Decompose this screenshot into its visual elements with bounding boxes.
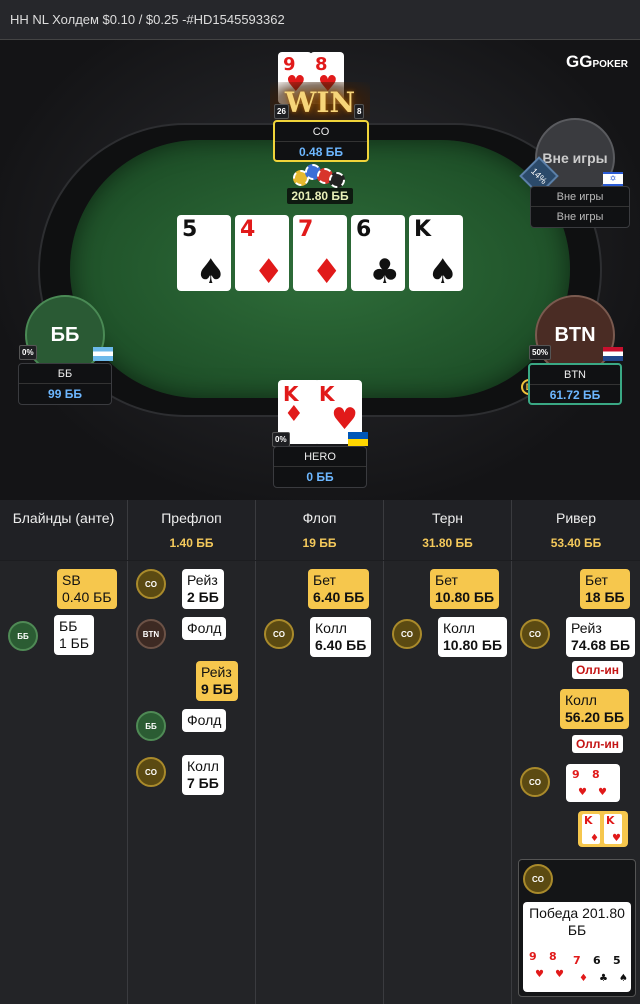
hero-nameplate: HERO 0 ББ [273,446,367,488]
co-chip: CO [264,619,294,649]
board-card-3: 7 ♦ [293,215,347,291]
co-raise-bubble: Рейз 2 ББ [182,569,224,609]
actions-preflop-column: CO Рейз 2 ББ BTN Фолд Рейз 9 ББ ББ Фолд CO… [128,561,256,1004]
bb-chip: ББ [136,711,166,741]
hero-equity-badge: 0% [272,432,290,447]
hero-showdown-cards: K ♦ K ♥ [578,811,628,847]
israel-flag-icon: ✡ [603,172,623,186]
hero-bet-bubble: Бет 6.40 ББ [308,569,370,609]
co-chip: CO [520,619,550,649]
hero-call-bubble: Колл 56.20 ББ [560,689,630,729]
actions-blinds-column: SB 0.40 ББ ББ ББ 1 ББ [0,561,128,1004]
co-chip: CO [520,767,550,797]
bb-post-bubble: ББ 1 ББ [54,615,95,655]
bb-fold-bubble: Фолд [182,709,227,732]
bb-chip: ББ [8,621,38,651]
hero-allin-label: Олл-ин [572,735,624,753]
actions-river-column: Бет 18 ББ CO Рейз 74.68 ББ Олл-ин Колл 56.2… [512,561,640,1004]
seat-co[interactable]: 9 ♥ 8 ♥ WIN 26 8 CO 0.48 ББ [270,52,370,162]
hero-raise-bubble: Рейз 9 ББ [196,661,238,701]
co-nameplate: CO 0.48 ББ [273,120,369,162]
winner-panel: CO Победа 201.80 ББ 9 ♥ 8 ♥ 7 ♦ 6 ♣ 5 ♠ [518,859,636,997]
bb-nameplate: ББ 99 ББ [18,363,112,405]
co-tag-right: 8 [354,104,365,119]
btn-fold-bubble: Фолд [182,617,227,640]
board-card-5: K ♠ [409,215,463,291]
btn-nameplate: BTN 61.72 ББ [528,363,622,405]
seat-hero[interactable]: K ♦ K ♥ 0% HERO 0 ББ [268,380,372,500]
pot-chips [293,164,347,190]
actions-turn-column: Бет 10.80 ББ CO Колл 10.80 ББ [384,561,512,1004]
sb-post-bubble: SB 0.40 ББ [57,569,117,609]
board-card-4: 6 ♣ [351,215,405,291]
co-chip: CO [136,569,166,599]
poker-table-area: GGPOKER 9 ♥ 8 ♥ WIN 26 8 CO 0.48 ББ 201.… [0,40,640,500]
co-allin-label: Олл-ин [572,661,624,679]
btn-equity-badge: 50% [529,345,552,360]
window-title-bar: HH NL Холдем $0.10 / $0.25 -#HD154559336… [0,0,640,40]
co-showdown-cards: 9 ♥ 8 ♥ [566,764,620,802]
pot-amount: 201.80 ББ [287,188,353,204]
hero-bet-bubble: Бет 10.80 ББ [430,569,500,609]
board-card-1: 5 ♠ [177,215,231,291]
street-header-river: Ривер 53.40 ББ [512,500,640,560]
co-call-bubble: Колл 10.80 ББ [438,617,508,657]
co-raise-bubble: Рейз 74.68 ББ [566,617,636,657]
actions-flop-column: Бет 6.40 ББ CO Колл 6.40 ББ [256,561,384,1004]
ukraine-flag-icon [348,432,368,446]
co-call-bubble: Колл 6.40 ББ [310,617,372,657]
co-tag-left: 26 [274,104,289,119]
bb-equity-badge: 0% [19,345,37,360]
street-header-flop: Флоп 19 ББ [256,500,384,560]
netherlands-flag-icon [603,347,623,361]
co-chip: CO [392,619,422,649]
argentina-flag-icon [93,347,113,361]
street-header-blinds: Блайнды (анте) [0,500,128,560]
sitout-nameplate: Вне игры Вне игры [530,186,630,228]
ggpoker-logo: GGPOKER [565,52,628,71]
btn-chip: BTN [136,619,166,649]
street-header-preflop: Префлоп 1.40 ББ [128,500,256,560]
hero-bet-bubble: Бет 18 ББ [580,569,630,609]
co-chip: CO [523,864,553,894]
seat-sitout[interactable]: Вне игры 14% ✡ Вне игры Вне игры [519,118,635,228]
seat-btn[interactable]: BTN 50% D BTN 61.72 ББ [521,295,635,410]
hand-title: HH NL Холдем $0.10 / $0.25 -#HD154559336… [10,12,285,27]
co-chip: CO [136,757,166,787]
co-call-bubble: Колл 7 ББ [182,755,224,795]
street-header-turn: Терн 31.80 ББ [384,500,512,560]
board-card-2: 4 ♦ [235,215,289,291]
seat-bb[interactable]: ББ 0% ББ 99 ББ [15,295,115,405]
winner-result: Победа 201.80 ББ 9 ♥ 8 ♥ 7 ♦ 6 ♣ 5 ♠ [523,902,631,992]
